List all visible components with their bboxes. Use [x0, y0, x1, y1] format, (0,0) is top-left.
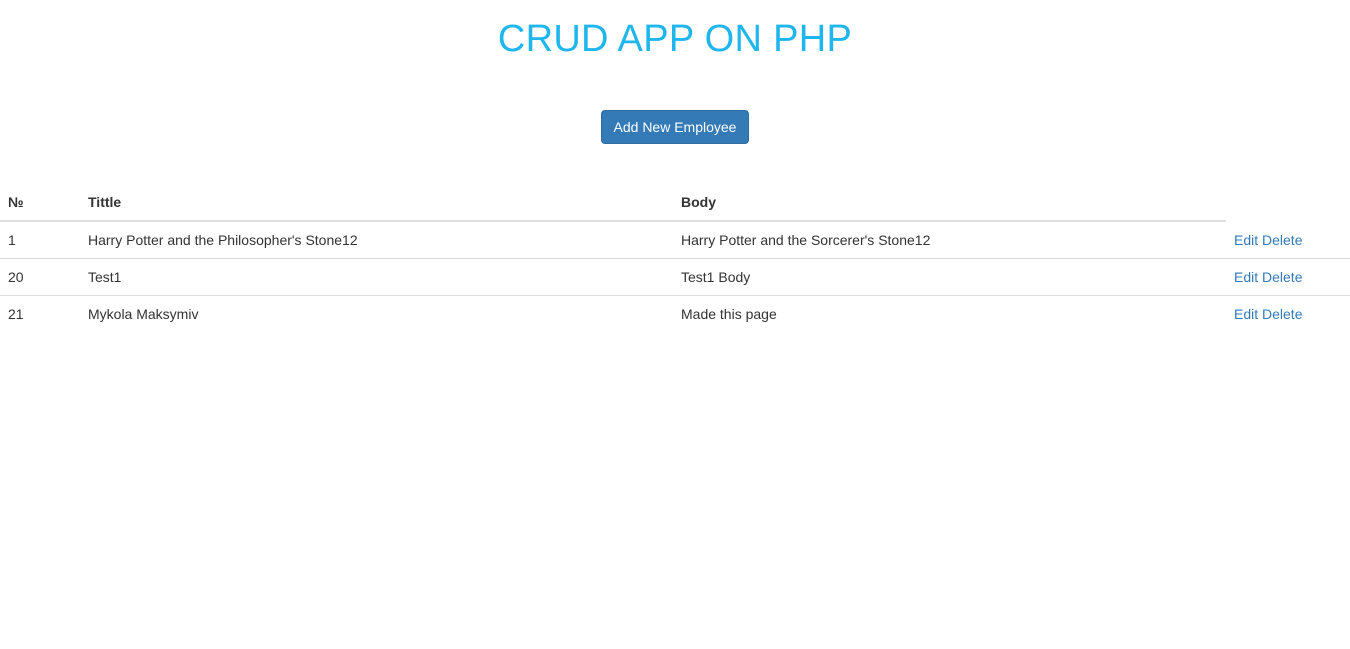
- actions-bar: Add New Employee: [0, 110, 1350, 144]
- add-new-employee-button[interactable]: Add New Employee: [600, 110, 750, 144]
- table-row: 1 Harry Potter and the Philosopher's Sto…: [0, 221, 1350, 259]
- page: CRUD APP ON PHP Add New Employee № Tittl…: [0, 0, 1350, 649]
- cell-actions: Edit Delete: [1226, 296, 1350, 333]
- delete-link[interactable]: Delete: [1262, 269, 1302, 285]
- column-header-actions: [1226, 183, 1350, 221]
- cell-actions: Edit Delete: [1226, 258, 1350, 296]
- delete-link[interactable]: Delete: [1262, 232, 1302, 248]
- column-header-body: Body: [673, 183, 1226, 222]
- records-table: № Tittle Body 1 Harry Potter and the Phi…: [0, 183, 1350, 332]
- cell-body: Harry Potter and the Sorcerer's Stone12: [673, 221, 1226, 259]
- edit-link[interactable]: Edit: [1234, 232, 1258, 248]
- cell-title: Harry Potter and the Philosopher's Stone…: [80, 221, 673, 259]
- cell-title: Mykola Maksymiv: [88, 306, 199, 322]
- page-title: CRUD APP ON PHP: [497, 18, 853, 60]
- table-row: 21 Mykola Maksymiv Made this page Edit D…: [0, 296, 1350, 333]
- cell-id: 20: [0, 258, 80, 296]
- cell-id: 21: [8, 306, 24, 322]
- cell-id: 1: [0, 221, 80, 259]
- edit-link[interactable]: Edit: [1234, 306, 1258, 322]
- cell-body: Made this page: [681, 306, 777, 322]
- edit-link[interactable]: Edit: [1234, 269, 1258, 285]
- cell-title: Test1: [80, 258, 673, 296]
- cell-body: Test1 Body: [673, 258, 1226, 296]
- column-header-title: Tittle: [80, 183, 673, 222]
- column-header-number: №: [0, 183, 80, 222]
- cell-actions: Edit Delete: [1226, 221, 1350, 259]
- delete-link[interactable]: Delete: [1262, 306, 1302, 322]
- table-row: 20 Test1 Test1 Body Edit Delete: [0, 258, 1350, 296]
- table-header-row: № Tittle Body: [0, 183, 1350, 222]
